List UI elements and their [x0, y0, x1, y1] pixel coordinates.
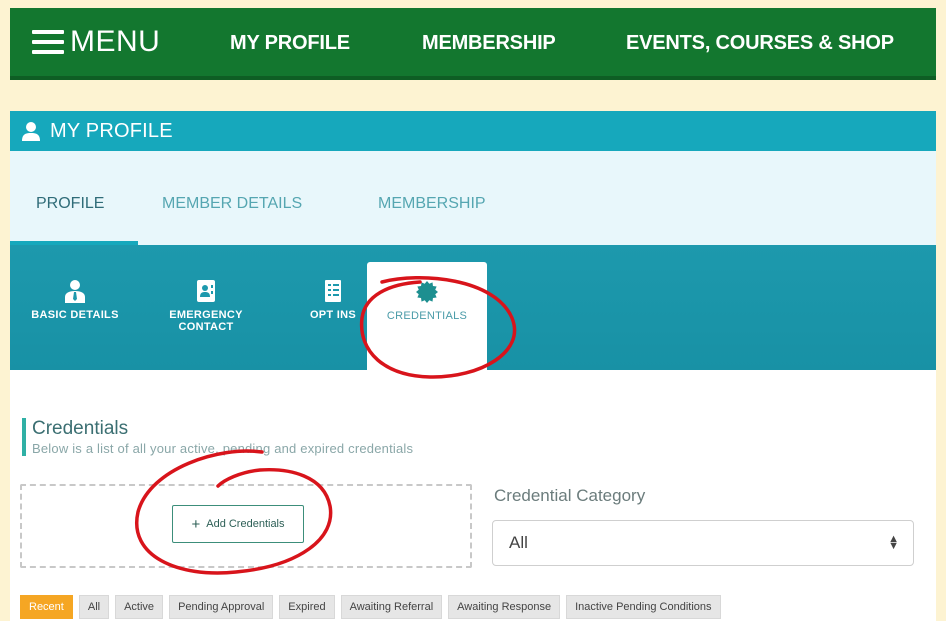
contact-card-icon [197, 280, 215, 302]
subtab-label: OPT INS [309, 309, 357, 321]
plus-icon: + [191, 515, 201, 533]
tab-membership[interactable]: MEMBERSHIP [378, 195, 486, 213]
subtab-opt-ins[interactable]: OPT INS [296, 245, 370, 370]
filter-active[interactable]: Active [115, 595, 164, 619]
profile-subtab-bar: BASIC DETAILS EMERGENCY CONTACT OPT INS … [10, 245, 936, 370]
filter-awaiting-response[interactable]: Awaiting Response [448, 595, 561, 619]
badge-icon [416, 281, 438, 303]
subtab-basic-details[interactable]: BASIC DETAILS [10, 245, 140, 370]
filter-all[interactable]: All [78, 595, 110, 619]
subtab-label-line1: EMERGENCY [169, 309, 243, 321]
section-title: Credentials [32, 418, 129, 439]
subtab-label-line2: CONTACT [178, 321, 234, 333]
hamburger-icon [32, 30, 64, 54]
credentials-section-header: Credentials Below is a list of all your … [22, 418, 413, 456]
filter-awaiting-referral[interactable]: Awaiting Referral [340, 595, 443, 619]
filter-pending-approval[interactable]: Pending Approval [169, 595, 274, 619]
user-tie-icon [65, 280, 85, 303]
user-icon [22, 122, 40, 141]
subtab-credentials[interactable]: CREDENTIALS [367, 262, 487, 370]
menu-button[interactable]: MENU [32, 25, 160, 59]
credential-category-label: Credential Category [494, 486, 646, 505]
tab-member-details[interactable]: MEMBER DETAILS [162, 195, 302, 213]
section-subtitle: Below is a list of all your active, pend… [32, 441, 414, 456]
filter-inactive-pending-conditions[interactable]: Inactive Pending Conditions [566, 595, 721, 619]
top-navigation: MENU MY PROFILE MEMBERSHIP EVENTS, COURS… [10, 8, 936, 80]
filter-recent[interactable]: Recent [20, 595, 73, 619]
credential-filter-bar: Recent All Active Pending Approval Expir… [20, 595, 721, 621]
menu-label: MENU [70, 25, 161, 58]
subtab-label: BASIC DETAILS [31, 309, 119, 321]
add-credentials-label: Add Credentials [206, 518, 285, 530]
nav-link-membership[interactable]: MEMBERSHIP [422, 32, 556, 55]
nav-link-my-profile[interactable]: MY PROFILE [230, 32, 350, 55]
tab-profile[interactable]: PROFILE [36, 195, 104, 213]
select-arrows-icon: ▲ ▼ [888, 533, 899, 552]
page-title: MY PROFILE [50, 119, 173, 142]
checklist-icon [325, 280, 341, 302]
profile-header: MY PROFILE [10, 111, 936, 151]
subtab-label: CREDENTIALS [386, 310, 468, 322]
subtab-emergency-contact[interactable]: EMERGENCY CONTACT [156, 245, 256, 370]
profile-tab-bar: PROFILE MEMBER DETAILS MEMBERSHIP [10, 151, 936, 245]
credential-category-select[interactable]: All ▲ ▼ [492, 520, 914, 566]
selected-category: All [509, 533, 528, 552]
add-credentials-button[interactable]: + Add Credentials [172, 505, 304, 543]
nav-link-events-courses-shop[interactable]: EVENTS, COURSES & SHOP [626, 32, 894, 55]
filter-expired[interactable]: Expired [279, 595, 335, 619]
